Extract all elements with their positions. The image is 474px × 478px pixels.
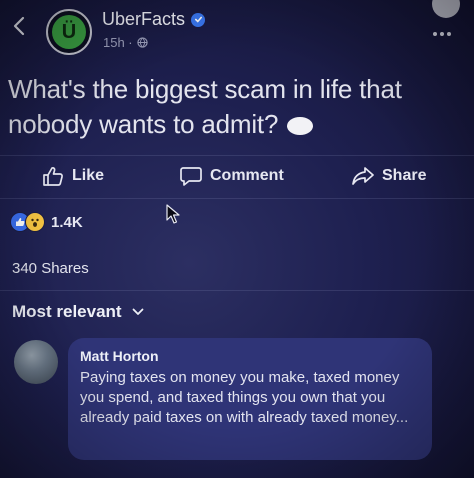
comment-sort-dropdown[interactable]: Most relevant bbox=[12, 302, 144, 322]
comment-icon bbox=[180, 167, 202, 186]
verified-badge-icon bbox=[191, 12, 206, 27]
divider-top bbox=[0, 155, 474, 156]
sort-label: Most relevant bbox=[12, 302, 122, 321]
share-button[interactable]: Share bbox=[352, 166, 426, 186]
page-name-row[interactable]: UberFacts bbox=[102, 9, 206, 30]
chevron-down-icon bbox=[132, 308, 143, 315]
share-arrow-icon bbox=[352, 167, 374, 185]
like-button[interactable]: Like bbox=[42, 166, 104, 186]
comment-bubble: Matt Horton Paying taxes on money you ma… bbox=[68, 338, 432, 460]
post-time: 15h · bbox=[103, 35, 148, 50]
reaction-count: 1.4K bbox=[51, 213, 83, 231]
wow-reaction-icon bbox=[25, 212, 45, 232]
page-avatar-logo: Ü bbox=[52, 15, 86, 49]
post-text: What's the biggest scam in life that nob… bbox=[8, 72, 448, 142]
top-edge-circle bbox=[432, 0, 460, 18]
globe-icon bbox=[136, 37, 148, 48]
like-label: Like bbox=[72, 167, 105, 184]
reactions-summary[interactable]: 1.4K bbox=[10, 212, 83, 232]
divider-actions bbox=[0, 198, 474, 199]
mouse-cursor-icon bbox=[166, 204, 180, 229]
comment-text: Paying taxes on money you make, taxed mo… bbox=[80, 369, 409, 426]
comment-author[interactable]: Matt Horton bbox=[80, 348, 420, 364]
more-options-icon[interactable] bbox=[430, 26, 454, 36]
share-label: Share bbox=[382, 167, 427, 184]
divider-comments bbox=[0, 290, 474, 291]
comment-button[interactable]: Comment bbox=[180, 166, 284, 186]
page-avatar[interactable]: Ü bbox=[46, 9, 92, 55]
comment-label: Comment bbox=[210, 167, 284, 184]
commenter-avatar[interactable] bbox=[14, 340, 58, 384]
thumbs-up-icon bbox=[43, 167, 63, 186]
emoji-icon bbox=[287, 117, 314, 136]
post-timestamp: 15h · bbox=[103, 35, 133, 50]
back-arrow-icon[interactable] bbox=[10, 14, 28, 38]
post-text-body: What's the biggest scam in life that nob… bbox=[8, 74, 402, 139]
page-name[interactable]: UberFacts bbox=[102, 9, 185, 30]
shares-count[interactable]: 340 Shares bbox=[12, 260, 89, 277]
